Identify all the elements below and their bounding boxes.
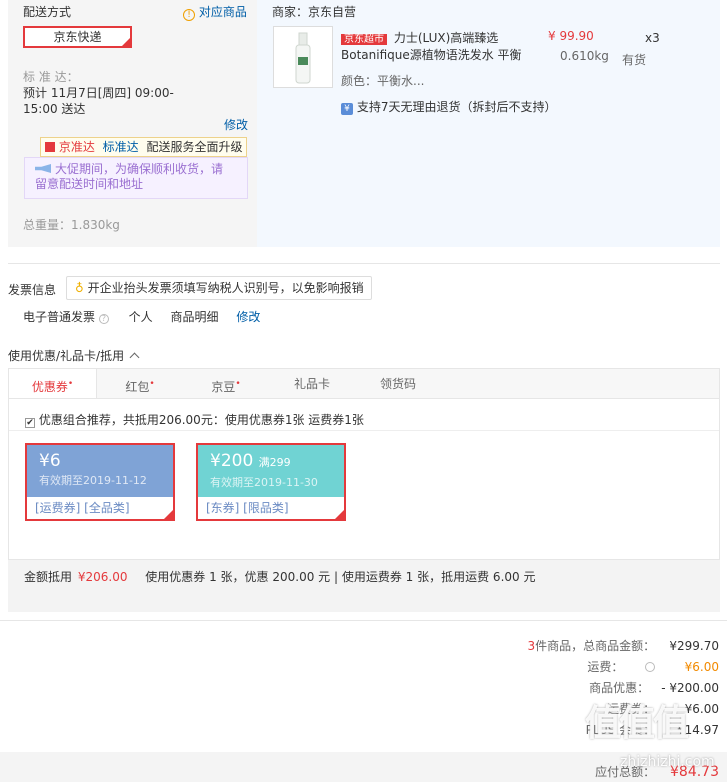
tab-jd-beans[interactable]: 京豆• <box>183 369 269 399</box>
return-icon: ¥ <box>341 103 353 115</box>
jingzhunda-banner[interactable]: 京准达 标准达 配送服务全面升级 <box>40 137 247 157</box>
summary-amount: ¥206.00 <box>77 570 128 584</box>
checkbox-icon[interactable]: ✔ <box>25 418 35 428</box>
tab-red-packet[interactable]: 红包• <box>97 369 183 399</box>
summary-label: 金额抵用 <box>24 570 73 584</box>
match-products-label: 对应商品 <box>198 5 247 19</box>
help-icon[interactable]: ? <box>98 314 109 324</box>
coupon-threshold: 满299 <box>258 456 291 469</box>
coupon-date: 有效期至2019-11-30 <box>210 476 318 489</box>
product-qty: x3 <box>645 31 660 45</box>
match-products-link[interactable]: ! 对应商品 <box>183 3 247 21</box>
selected-corner-icon <box>335 510 344 519</box>
invoice-tip-text: 开企业抬头发票须填写纳税人识别号，以免影响报销 <box>87 281 364 295</box>
promo-notice: 大促期间，为确保顺利收货，请 留意配送时间和地址 <box>24 157 248 199</box>
product-price: ¥ 99.90 <box>548 29 594 43</box>
coupon-amount: ¥6 <box>39 451 61 471</box>
jzd-standard: 标准达 <box>102 140 139 154</box>
return-policy: ¥ 支持7天无理由退货（拆封后不支持） <box>341 98 556 115</box>
invoice-content: 商品明细 <box>170 310 219 324</box>
product-image[interactable] <box>273 26 333 88</box>
coupon-card-dongquan[interactable]: ¥200 满299 有效期至2019-11-30 [东券] [限品类] <box>196 443 346 521</box>
jzd-logo-icon <box>45 142 55 152</box>
tab-coupons[interactable]: 优惠券• <box>9 369 97 399</box>
discount-tabs: 优惠券• 红包• 京豆• 礼品卡 领货码 <box>8 368 720 399</box>
watermark-logo: 值值值 <box>585 703 689 744</box>
lightbulb-icon: ♁ <box>75 281 84 295</box>
promo-line2: 留意配送时间和地址 <box>35 177 144 191</box>
total-weight: 总重量：1.830kg <box>23 218 120 232</box>
discount-toggle[interactable]: 使用优惠/礼品卡/抵用 <box>8 347 140 364</box>
product-stock: 有货 <box>622 53 647 67</box>
discount-header: 使用优惠/礼品卡/抵用 <box>8 349 125 363</box>
selected-corner-icon <box>164 510 173 519</box>
promo-line1: 大促期间，为确保顺利收货，请 <box>55 162 224 176</box>
jzd-upgrade: 配送服务全面升级 <box>146 140 243 154</box>
megaphone-icon <box>35 164 51 173</box>
total-goods-row: 3件商品，总商品金额： ¥299.70 <box>527 639 719 653</box>
product-name-line2[interactable]: Botanifique源植物语洗发水 平衡 <box>341 46 522 63</box>
recommend-text: 优惠组合推荐，共抵用206.00元：使用优惠券1张 运费券1张 <box>38 413 364 427</box>
invoice-label: 发票信息 <box>8 283 57 297</box>
tab-claim-code[interactable]: 领货码 <box>355 369 441 399</box>
divider <box>0 620 727 621</box>
info-icon: ! <box>183 9 195 21</box>
coupon-card-freight[interactable]: ¥6 有效期至2019-11-12 [运费券] [全品类] <box>25 443 175 521</box>
standard-label: 标 准 达： <box>23 70 79 84</box>
coupon-tags: [运费券] [全品类] <box>35 501 130 515</box>
invoice-title: 个人 <box>128 310 153 324</box>
divider <box>8 263 720 264</box>
eta-line1: 预计 11月7日[周四] 09:00- <box>23 86 174 100</box>
shipping-method-button[interactable]: 京东快递 <box>23 26 132 48</box>
product-weight: 0.610kg <box>560 49 609 63</box>
shipping-title: 配送方式 <box>23 5 72 19</box>
jzd-brand: 京准达 <box>58 140 95 154</box>
product-color: 颜色：平衡水... <box>341 74 425 88</box>
discount-summary: 金额抵用 ¥206.00 使用优惠券 1 张，优惠 200.00 元 | 使用运… <box>8 560 720 612</box>
selected-corner-icon <box>122 38 130 46</box>
freight-row: 运费： ¥6.00 <box>587 660 719 674</box>
coupon-tags: [东券] [限品类] <box>206 501 289 515</box>
invoice-type: 电子普通发票 <box>23 310 96 324</box>
seller-name: 商家：京东自营 <box>272 5 357 19</box>
tab-gift-card[interactable]: 礼品卡 <box>269 369 355 399</box>
chevron-up-icon <box>129 352 140 363</box>
jd-supermarket-tag: 京东超市 <box>341 34 387 45</box>
summary-text: 使用优惠券 1 张，优惠 200.00 元 | 使用运费券 1 张，抵用运费 6… <box>145 570 536 584</box>
recommend-row[interactable]: ✔ 优惠组合推荐，共抵用206.00元：使用优惠券1张 运费券1张 <box>25 411 364 428</box>
eta-line2: 15:00 送达 <box>23 102 86 116</box>
product-name-line1[interactable]: 力士(LUX)高端臻选 <box>394 31 498 45</box>
modify-shipping-link[interactable]: 修改 <box>224 116 248 133</box>
return-policy-text: 支持7天无理由退货（拆封后不支持） <box>356 100 557 114</box>
watermark-url: zhizhizhi.com <box>620 754 715 770</box>
shampoo-bottle-icon <box>295 32 311 84</box>
coupon-amount: ¥200 <box>210 451 254 471</box>
coupon-top: ¥6 有效期至2019-11-12 <box>27 445 173 497</box>
invoice-tip: ♁ 开企业抬头发票须填写纳税人识别号，以免影响报销 <box>66 276 372 300</box>
shipping-method-label: 京东快递 <box>53 30 102 44</box>
freight-info-icon[interactable] <box>645 662 656 672</box>
modify-invoice-link[interactable]: 修改 <box>236 310 260 324</box>
coupon-date: 有效期至2019-11-12 <box>39 474 147 487</box>
